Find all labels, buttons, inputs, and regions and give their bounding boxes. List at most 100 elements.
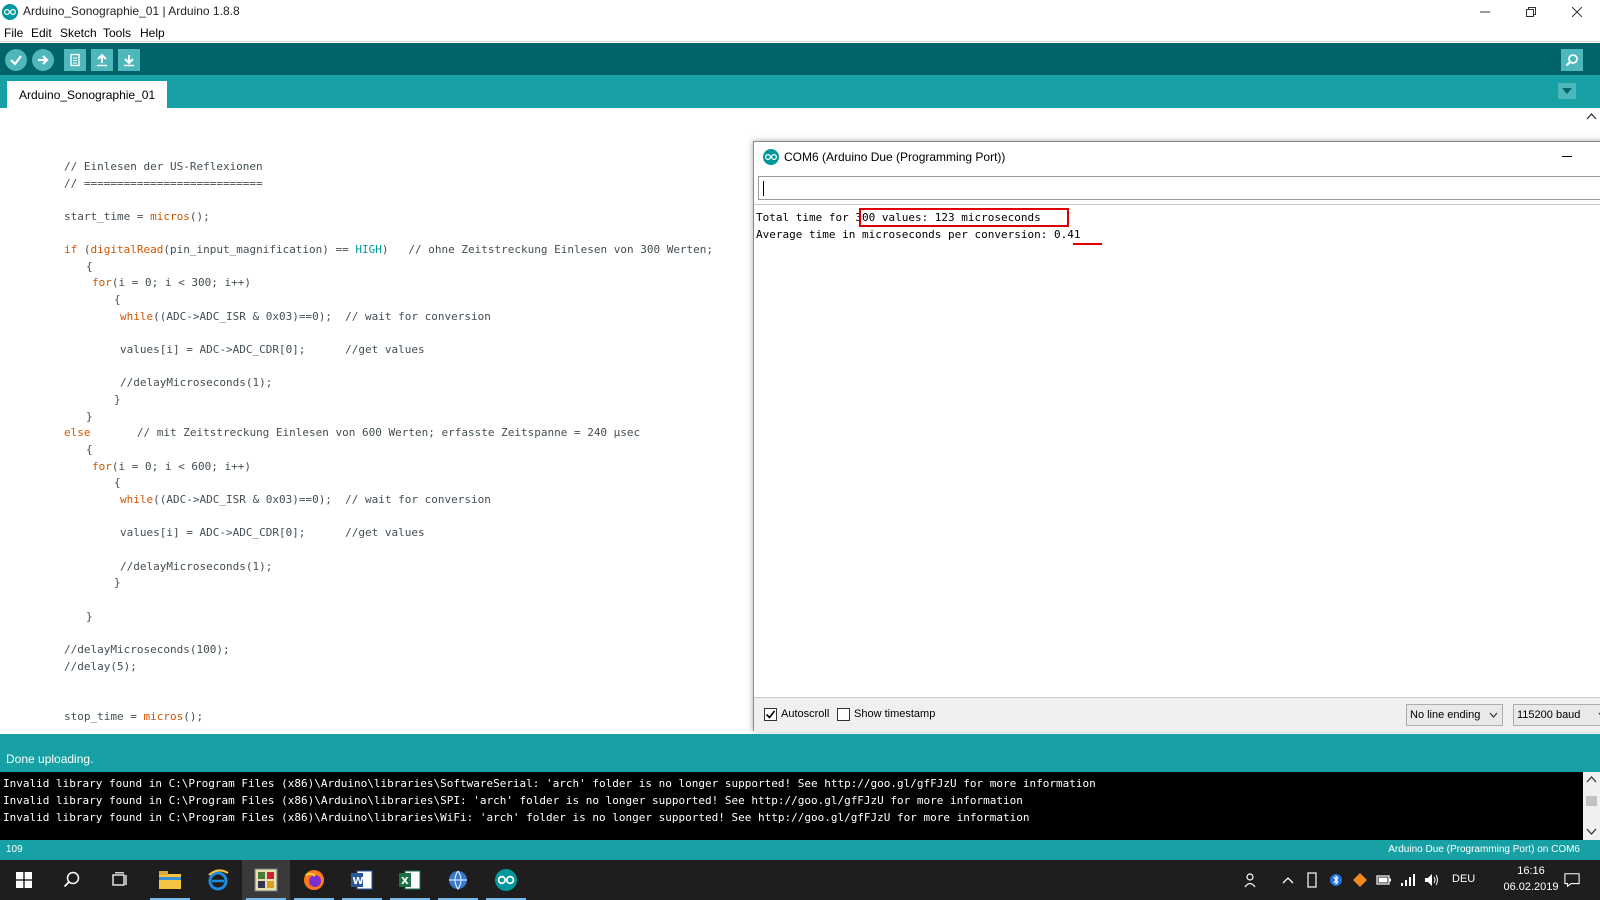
text-caret bbox=[763, 181, 764, 196]
menu-tools[interactable]: Tools bbox=[103, 26, 131, 40]
taskbar-image-app[interactable] bbox=[242, 860, 290, 900]
menu-edit[interactable]: Edit bbox=[31, 26, 52, 40]
menu-bar: File Edit Sketch Tools Help bbox=[0, 24, 1600, 42]
chevron-up-icon[interactable] bbox=[1280, 872, 1296, 888]
minimize-icon bbox=[1480, 11, 1490, 13]
autoscroll-label: Autoscroll bbox=[781, 708, 830, 720]
firefox-icon bbox=[304, 870, 324, 890]
magnifier-icon bbox=[1565, 54, 1578, 67]
arrow-down-icon bbox=[124, 55, 134, 67]
code-line: } bbox=[86, 410, 93, 423]
taskbar-firefox[interactable] bbox=[290, 860, 338, 900]
word-icon: W bbox=[351, 870, 373, 890]
new-sketch-button[interactable] bbox=[64, 49, 86, 71]
input-language[interactable]: DEU bbox=[1452, 873, 1475, 885]
show-timestamp-checkbox[interactable] bbox=[837, 708, 850, 721]
search-button[interactable] bbox=[48, 860, 96, 900]
menu-sketch[interactable]: Sketch bbox=[60, 26, 97, 40]
console-output[interactable]: Invalid library found in C:\Program File… bbox=[0, 772, 1600, 840]
image-app-icon bbox=[254, 868, 278, 892]
autoscroll-checkbox[interactable] bbox=[764, 708, 777, 721]
wifi-signal-icon[interactable] bbox=[1400, 872, 1416, 888]
triangle-down-icon bbox=[1562, 88, 1572, 94]
start-button[interactable] bbox=[0, 860, 48, 900]
code-line: { bbox=[114, 476, 121, 489]
arduino-logo-icon bbox=[495, 869, 517, 891]
code-line: values[i] = ADC->ADC_CDR[0]; //get value… bbox=[120, 526, 425, 539]
svg-text:X: X bbox=[401, 876, 409, 887]
minimize-button[interactable] bbox=[1462, 0, 1508, 24]
code-line: //delayMicroseconds(1); bbox=[120, 376, 273, 389]
clock-date[interactable]: 06.02.2019 bbox=[1500, 881, 1562, 893]
notification-icon[interactable] bbox=[1564, 872, 1580, 888]
board-port: Arduino Due (Programming Port) on COM6 bbox=[1388, 844, 1580, 855]
serial-output-line-2: Average time in microseconds per convers… bbox=[756, 228, 1081, 241]
code-line: { bbox=[114, 293, 121, 306]
footer-bar: 109 Arduino Due (Programming Port) on CO… bbox=[0, 840, 1600, 860]
verify-button[interactable] bbox=[5, 49, 27, 71]
scroll-up-icon bbox=[1586, 776, 1597, 783]
code-line: } bbox=[86, 610, 93, 623]
console-line: Invalid library found in C:\Program File… bbox=[3, 777, 1096, 790]
console-line: Invalid library found in C:\Program File… bbox=[3, 811, 1030, 824]
code-line: //delay(5); bbox=[64, 660, 137, 673]
menu-file[interactable]: File bbox=[4, 26, 23, 40]
scroll-thumb[interactable] bbox=[1586, 796, 1597, 806]
console-line: Invalid library found in C:\Program File… bbox=[3, 794, 1023, 807]
console-scrollbar[interactable] bbox=[1583, 772, 1600, 840]
serial-monitor-button[interactable] bbox=[1561, 49, 1583, 71]
search-icon bbox=[63, 871, 80, 888]
line-ending-value: No line ending bbox=[1410, 709, 1481, 721]
taskbar-network-app[interactable] bbox=[434, 860, 482, 900]
windows-logo-icon bbox=[16, 872, 32, 888]
checkmark-icon bbox=[765, 710, 776, 719]
code-line: // =========================== bbox=[64, 177, 263, 190]
upload-button[interactable] bbox=[32, 49, 54, 71]
antivirus-icon[interactable] bbox=[1352, 872, 1368, 888]
people-icon[interactable] bbox=[1244, 872, 1260, 888]
battery-icon[interactable] bbox=[1376, 872, 1392, 888]
serial-title: COM6 (Arduino Due (Programming Port)) bbox=[784, 150, 1006, 164]
task-view-button[interactable] bbox=[96, 860, 144, 900]
tab-sketch[interactable]: Arduino_Sonographie_01 bbox=[7, 81, 168, 108]
taskbar-file-explorer[interactable] bbox=[146, 860, 194, 900]
code-line: } bbox=[114, 393, 121, 406]
serial-monitor-window[interactable]: COM6 (Arduino Due (Programming Port)) To… bbox=[753, 141, 1600, 732]
restore-icon bbox=[1526, 7, 1536, 17]
code-line: while((ADC->ADC_ISR & 0x03)==0); // wait… bbox=[120, 493, 491, 506]
arrow-up-icon bbox=[97, 53, 107, 67]
code-line: if (digitalRead(pin_input_magnification)… bbox=[64, 243, 714, 256]
usb-device-icon[interactable] bbox=[1304, 872, 1320, 888]
folder-icon bbox=[159, 871, 181, 889]
serial-input-field[interactable] bbox=[758, 176, 1600, 200]
baud-rate-select[interactable]: 115200 baud bbox=[1513, 704, 1600, 726]
arrow-right-icon bbox=[38, 55, 49, 65]
scroll-down-icon bbox=[1586, 828, 1597, 835]
code-line: stop_time = micros(); bbox=[64, 710, 204, 723]
code-line: else // mit Zeitstreckung Einlesen von 6… bbox=[64, 426, 641, 439]
restore-button[interactable] bbox=[1508, 0, 1554, 24]
bluetooth-icon[interactable] bbox=[1328, 872, 1344, 888]
speaker-icon[interactable] bbox=[1424, 872, 1440, 888]
highlight-box bbox=[859, 208, 1069, 227]
close-button[interactable] bbox=[1554, 0, 1600, 24]
status-text: Done uploading. bbox=[6, 752, 94, 766]
taskbar-word[interactable]: W bbox=[338, 860, 386, 900]
taskbar-excel[interactable]: X bbox=[386, 860, 434, 900]
excel-icon: X bbox=[399, 870, 421, 890]
code-line: for(i = 0; i < 300; i++) bbox=[92, 276, 251, 289]
open-sketch-button[interactable] bbox=[91, 49, 113, 71]
serial-minimize-icon[interactable] bbox=[1562, 156, 1572, 157]
serial-output-area[interactable]: Total time for 300 values: 123 microseco… bbox=[754, 204, 1600, 698]
arduino-logo-icon bbox=[2, 4, 18, 20]
save-sketch-button[interactable] bbox=[118, 49, 140, 71]
tab-menu-button[interactable] bbox=[1558, 83, 1576, 99]
taskbar-internet-explorer[interactable] bbox=[194, 860, 242, 900]
taskbar-arduino[interactable] bbox=[482, 860, 530, 900]
line-ending-select[interactable]: No line ending bbox=[1406, 704, 1503, 726]
menu-help[interactable]: Help bbox=[140, 26, 165, 40]
tab-bar: Arduino_Sonographie_01 bbox=[0, 75, 1600, 108]
code-line: } bbox=[114, 576, 121, 589]
clock-time[interactable]: 16:16 bbox=[1500, 865, 1562, 877]
serial-footer: Autoscroll Show timestamp No line ending… bbox=[754, 698, 1600, 732]
